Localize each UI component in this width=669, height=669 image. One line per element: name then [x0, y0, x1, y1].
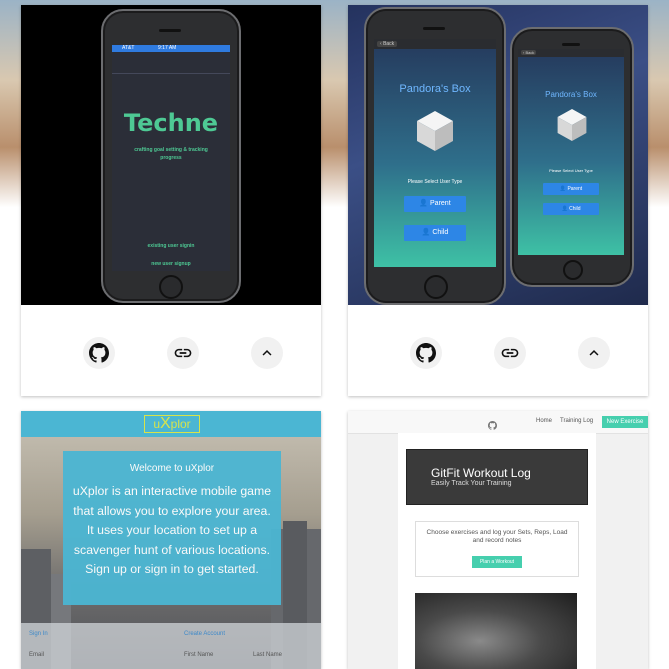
nav-training-log[interactable]: Training Log	[560, 418, 593, 424]
nav-new-exercise[interactable]: New Exercise	[602, 416, 648, 428]
uxplor-header: uXplor	[21, 411, 321, 437]
github-button[interactable]	[410, 337, 442, 369]
pandora-title-small: Pandora's Box	[545, 90, 597, 99]
gitfit-screenshot[interactable]: Home Training Log New Exercise GitFit Wo…	[348, 411, 648, 669]
last-name-field[interactable]: Last Name	[253, 652, 282, 658]
gitfit-tagline: Easily Track Your Training	[431, 480, 512, 487]
phone-frame-small: ‹ Back Pandora's Box Please Select User …	[510, 27, 634, 287]
github-button[interactable]	[83, 337, 115, 369]
kettlebell-photo	[415, 593, 577, 669]
select-user-prompt: Please Select User Type	[549, 168, 593, 173]
plan-workout-button[interactable]: Plan a Workout	[472, 556, 522, 568]
link-icon	[500, 343, 520, 363]
choose-text: Choose exercises and log your Sets, Reps…	[426, 529, 568, 544]
new-user-signup-link[interactable]: new user signup	[112, 261, 230, 267]
techne-title: Techne	[123, 109, 219, 137]
pandora-title-large: Pandora's Box	[399, 83, 471, 95]
link-button[interactable]	[167, 337, 199, 369]
link-button[interactable]	[494, 337, 526, 369]
email-field[interactable]: Email	[29, 652, 44, 658]
phone-frame: AT&T 9:17 AM Techne crafting goal settin…	[101, 9, 241, 303]
top-bar-divider	[112, 73, 230, 74]
carrier-text: AT&T	[122, 45, 135, 51]
parent-button-small[interactable]: 👤 Parent	[543, 183, 599, 195]
card-actions	[21, 305, 321, 396]
status-bar: AT&T 9:17 AM	[112, 45, 230, 52]
link-icon	[173, 343, 193, 363]
phone-screen: AT&T 9:17 AM Techne crafting goal settin…	[112, 45, 230, 271]
project-card-pandoras-box: ‹ Back Pandora's Box Please Select User …	[348, 5, 648, 396]
github-icon	[89, 343, 109, 363]
home-button	[159, 275, 183, 299]
uxplor-description: uXplor is an interactive mobile game tha…	[72, 484, 272, 577]
pandora-screenshot[interactable]: ‹ Back Pandora's Box Please Select User …	[348, 5, 648, 305]
uxplor-logo: uXplor	[144, 415, 200, 433]
card-actions	[348, 305, 648, 396]
phone-frame-large: ‹ Back Pandora's Box Please Select User …	[364, 7, 506, 305]
gitfit-title: GitFit Workout Log	[431, 466, 531, 480]
choose-panel: Choose exercises and log your Sets, Reps…	[415, 521, 579, 577]
existing-user-signin-link[interactable]: existing user signin	[112, 243, 230, 249]
parent-button-large[interactable]: 👤 Parent	[404, 196, 466, 212]
welcome-heading: Welcome to uXplor	[129, 463, 215, 474]
chevron-up-icon	[585, 344, 603, 362]
chevron-up-icon	[258, 344, 276, 362]
phone-speaker	[159, 29, 181, 32]
select-user-prompt: Please Select User Type	[407, 179, 463, 185]
project-card-uxplor: uXplor Welcome to uXplor uXplor is an in…	[21, 411, 321, 669]
status-time: 9:17 AM	[158, 45, 177, 51]
techne-subtitle: crafting goal setting & tracking progres…	[134, 147, 208, 161]
back-link[interactable]: ‹ Back	[521, 50, 537, 55]
expand-button[interactable]	[578, 337, 610, 369]
cube-icon	[556, 107, 588, 148]
gitfit-navbar: Home Training Log New Exercise	[348, 411, 648, 434]
phone-screen-large: ‹ Back Pandora's Box Please Select User …	[374, 39, 496, 267]
phone-screen-small: ‹ Back Pandora's Box Please Select User …	[518, 49, 624, 255]
project-card-gitfit: Home Training Log New Exercise GitFit Wo…	[348, 411, 648, 669]
browser-bar: ‹ Back	[518, 49, 624, 57]
sign-in-tab[interactable]: Sign In	[29, 631, 48, 637]
gitfit-hero: GitFit Workout Log Easily Track Your Tra…	[406, 449, 588, 505]
home-button	[424, 275, 448, 299]
back-link[interactable]: ‹ Back	[377, 41, 398, 47]
expand-button[interactable]	[251, 337, 283, 369]
child-button-small[interactable]: 👤 Child	[543, 203, 599, 215]
browser-bar: ‹ Back	[374, 39, 496, 49]
welcome-panel: Welcome to uXplor uXplor is an interacti…	[63, 451, 281, 605]
phone-speaker	[562, 43, 580, 46]
project-card-techne: AT&T 9:17 AM Techne crafting goal settin…	[21, 5, 321, 396]
create-account-tab[interactable]: Create Account	[184, 631, 225, 637]
cube-icon	[415, 109, 455, 158]
techne-screenshot[interactable]: AT&T 9:17 AM Techne crafting goal settin…	[21, 5, 321, 305]
child-button-large[interactable]: 👤 Child	[404, 225, 466, 241]
gitfit-content: GitFit Workout Log Easily Track Your Tra…	[398, 433, 596, 669]
home-button	[563, 260, 583, 280]
phone-speaker	[423, 27, 445, 30]
uxplor-screenshot[interactable]: uXplor Welcome to uXplor uXplor is an in…	[21, 411, 321, 669]
auth-panel: Sign In Create Account Email First Name …	[21, 623, 321, 669]
nav-home[interactable]: Home	[536, 418, 552, 424]
github-icon	[416, 343, 436, 363]
first-name-field[interactable]: First Name	[184, 652, 213, 658]
